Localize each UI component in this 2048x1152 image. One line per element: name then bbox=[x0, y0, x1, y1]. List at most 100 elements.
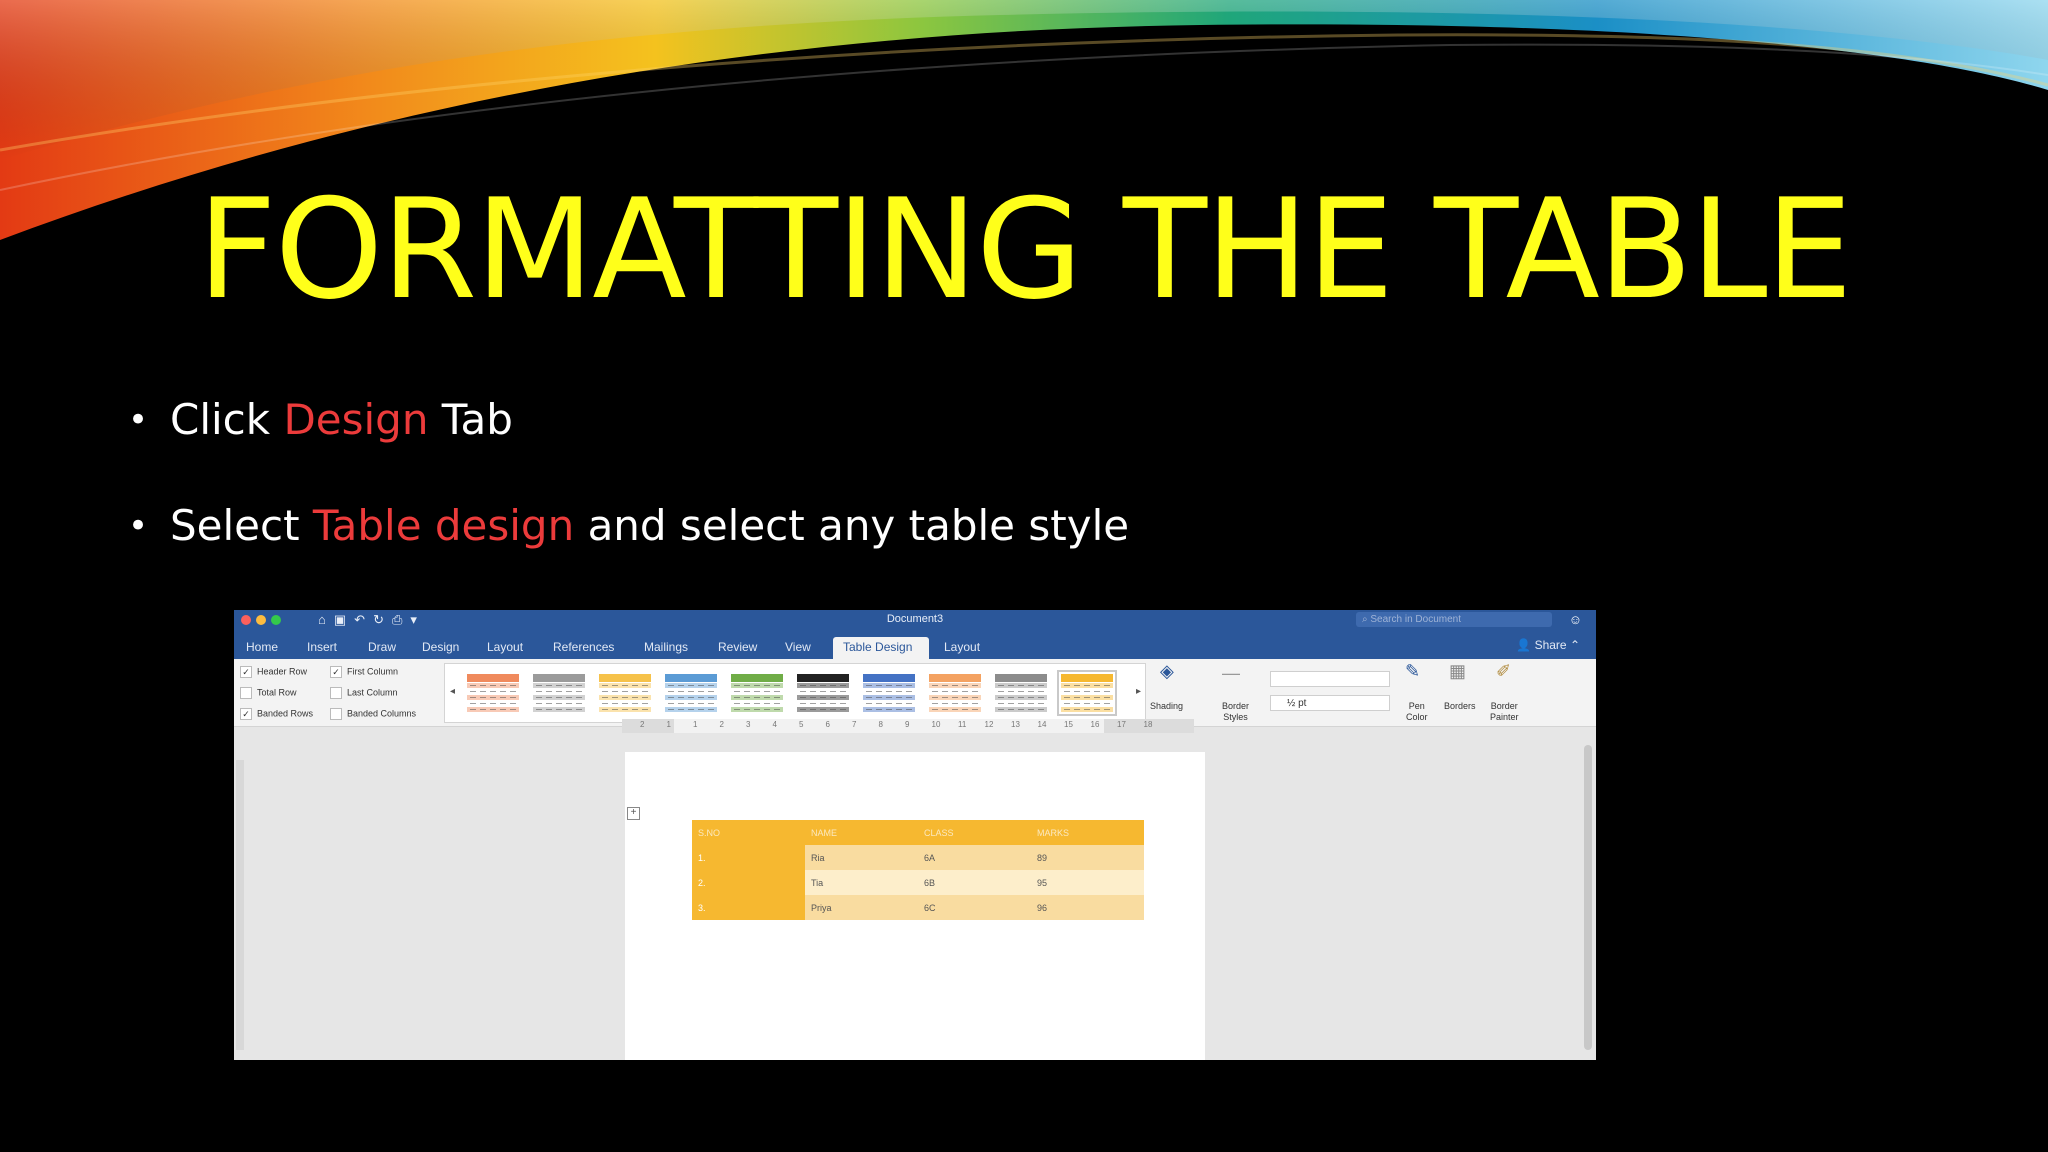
share-label: Share bbox=[1534, 638, 1567, 652]
tab-mailings[interactable]: Mailings bbox=[644, 637, 688, 659]
table-cell[interactable]: 95 bbox=[1031, 870, 1144, 895]
tab-references[interactable]: References bbox=[553, 637, 614, 659]
ruler-number: 1 bbox=[693, 720, 698, 729]
tab-draw[interactable]: Draw bbox=[368, 637, 396, 659]
table-cell[interactable]: 2. bbox=[692, 870, 805, 895]
border-style-icon[interactable]: — bbox=[1222, 663, 1240, 684]
ruler-number: 18 bbox=[1143, 720, 1153, 729]
tab-layout[interactable]: Layout bbox=[487, 637, 523, 659]
table-header-cell[interactable]: CLASS bbox=[918, 820, 1031, 845]
bullet-text: Click bbox=[170, 395, 284, 444]
checkbox-icon[interactable] bbox=[330, 708, 342, 720]
search-input[interactable]: ⌕ Search in Document bbox=[1356, 612, 1552, 627]
option-label: Last Column bbox=[347, 687, 398, 698]
horizontal-ruler[interactable]: 2 1 1 2 3 4 5 6 7 8 9 10 11 12 13 14 15 16 17 18 bbox=[622, 719, 1194, 733]
table-style-swatch[interactable] bbox=[599, 674, 651, 712]
ruler-number: 1 bbox=[666, 720, 671, 729]
pen-color-icon[interactable]: ✎ bbox=[1405, 661, 1420, 682]
user-icon[interactable]: ☺ bbox=[1569, 612, 1582, 627]
ruler-number: 8 bbox=[878, 720, 883, 729]
table-header-cell[interactable]: S.NO bbox=[692, 820, 805, 845]
vertical-ruler[interactable] bbox=[236, 760, 244, 1050]
table-cell[interactable]: 6A bbox=[918, 845, 1031, 870]
shading-button[interactable]: Shading bbox=[1150, 701, 1183, 712]
table-cell[interactable]: Ria bbox=[805, 845, 918, 870]
bullet-highlight: Design bbox=[283, 395, 429, 444]
checkbox-icon[interactable] bbox=[240, 687, 252, 699]
ruler-number: 5 bbox=[799, 720, 804, 729]
bullet-list: • Click Design Tab • Select Table design… bbox=[128, 395, 1129, 607]
option-label: Total Row bbox=[257, 687, 297, 698]
slide-title: FORMATTING THE TABLE bbox=[197, 169, 1852, 330]
borders-icon[interactable]: ▦ bbox=[1449, 661, 1466, 682]
scroll-left-icon[interactable]: ◂ bbox=[450, 686, 455, 697]
borders-button[interactable]: Borders bbox=[1444, 701, 1476, 712]
table-style-swatch[interactable] bbox=[929, 674, 981, 712]
option-total-row[interactable]: Total Row bbox=[240, 687, 297, 699]
border-painter-icon[interactable]: ✐ bbox=[1496, 661, 1511, 682]
table-style-swatch[interactable] bbox=[797, 674, 849, 712]
table-cell[interactable]: 3. bbox=[692, 895, 805, 920]
border-painter-button[interactable]: Border Painter bbox=[1490, 701, 1519, 723]
table-style-swatch[interactable] bbox=[995, 674, 1047, 712]
shading-icon[interactable]: ◈ bbox=[1160, 661, 1174, 682]
table-style-swatch[interactable] bbox=[1057, 670, 1117, 716]
table-styles-gallery: ◂ ▸ bbox=[444, 663, 1146, 723]
bullet-text: and select any table style bbox=[574, 501, 1130, 550]
table-cell[interactable]: 1. bbox=[692, 845, 805, 870]
table-cell[interactable]: 96 bbox=[1031, 895, 1144, 920]
option-first-column[interactable]: ✓ First Column bbox=[330, 666, 398, 678]
pen-color-button[interactable]: Pen Color bbox=[1406, 701, 1428, 723]
option-label: Header Row bbox=[257, 666, 308, 677]
table-cell[interactable]: Priya bbox=[805, 895, 918, 920]
ruler-number: 14 bbox=[1037, 720, 1047, 729]
tab-insert[interactable]: Insert bbox=[307, 637, 337, 659]
line-weight-dropdown[interactable]: ½ pt bbox=[1270, 695, 1390, 711]
tab-review[interactable]: Review bbox=[718, 637, 757, 659]
ruler-number: 3 bbox=[746, 720, 751, 729]
table-style-swatch[interactable] bbox=[665, 674, 717, 712]
ribbon: ✓ Header Row Total Row ✓ Banded Rows ✓ Firs… bbox=[234, 659, 1596, 727]
scroll-right-icon[interactable]: ▸ bbox=[1136, 686, 1141, 697]
option-header-row[interactable]: ✓ Header Row bbox=[240, 666, 307, 678]
option-banded-rows[interactable]: ✓ Banded Rows bbox=[240, 708, 313, 720]
button-label: Border bbox=[1222, 701, 1250, 711]
table-cell[interactable]: Tia bbox=[805, 870, 918, 895]
table-row: 2. Tia 6B 95 bbox=[692, 870, 1144, 895]
option-last-column[interactable]: Last Column bbox=[330, 687, 398, 699]
option-label: First Column bbox=[347, 666, 399, 677]
checkbox-checked-icon[interactable]: ✓ bbox=[240, 708, 252, 720]
ribbon-tabs: Home Insert Draw Design Layout Reference… bbox=[234, 631, 1596, 659]
vertical-scrollbar[interactable] bbox=[1584, 745, 1592, 1050]
table-style-swatch[interactable] bbox=[731, 674, 783, 712]
ruler-number: 4 bbox=[772, 720, 777, 729]
option-banded-columns[interactable]: Banded Columns bbox=[330, 708, 416, 720]
tab-design[interactable]: Design bbox=[422, 637, 459, 659]
tab-table-design[interactable]: Table Design bbox=[833, 637, 929, 659]
bullet-dot-icon: • bbox=[128, 400, 149, 440]
tab-home[interactable]: Home bbox=[246, 637, 278, 659]
option-label: Banded Rows bbox=[257, 708, 314, 719]
checkbox-checked-icon[interactable]: ✓ bbox=[330, 666, 342, 678]
document-table[interactable]: S.NO NAME CLASS MARKS 1. Ria 6A 89 2. Ti… bbox=[692, 820, 1144, 920]
table-cell[interactable]: 6C bbox=[918, 895, 1031, 920]
line-style-dropdown[interactable] bbox=[1270, 671, 1390, 687]
table-style-swatch[interactable] bbox=[863, 674, 915, 712]
table-cell[interactable]: 6B bbox=[918, 870, 1031, 895]
tab-table-layout[interactable]: Layout bbox=[944, 637, 980, 659]
table-style-swatch[interactable] bbox=[467, 674, 519, 712]
table-header-cell[interactable]: MARKS bbox=[1031, 820, 1144, 845]
checkbox-checked-icon[interactable]: ✓ bbox=[240, 666, 252, 678]
table-cell[interactable]: 89 bbox=[1031, 845, 1144, 870]
table-move-handle-icon[interactable]: + bbox=[627, 807, 640, 820]
table-header-cell[interactable]: NAME bbox=[805, 820, 918, 845]
bullet-dot-icon: • bbox=[128, 506, 149, 546]
bullet-text: Select bbox=[170, 501, 313, 550]
search-placeholder: Search in Document bbox=[1370, 614, 1461, 625]
border-styles-button[interactable]: Border Styles bbox=[1222, 701, 1249, 723]
checkbox-icon[interactable] bbox=[330, 687, 342, 699]
share-button[interactable]: 👤 Share ⌃ bbox=[1516, 638, 1580, 652]
tab-view[interactable]: View bbox=[785, 637, 811, 659]
table-style-swatch[interactable] bbox=[533, 674, 585, 712]
button-label: Border bbox=[1490, 701, 1518, 711]
